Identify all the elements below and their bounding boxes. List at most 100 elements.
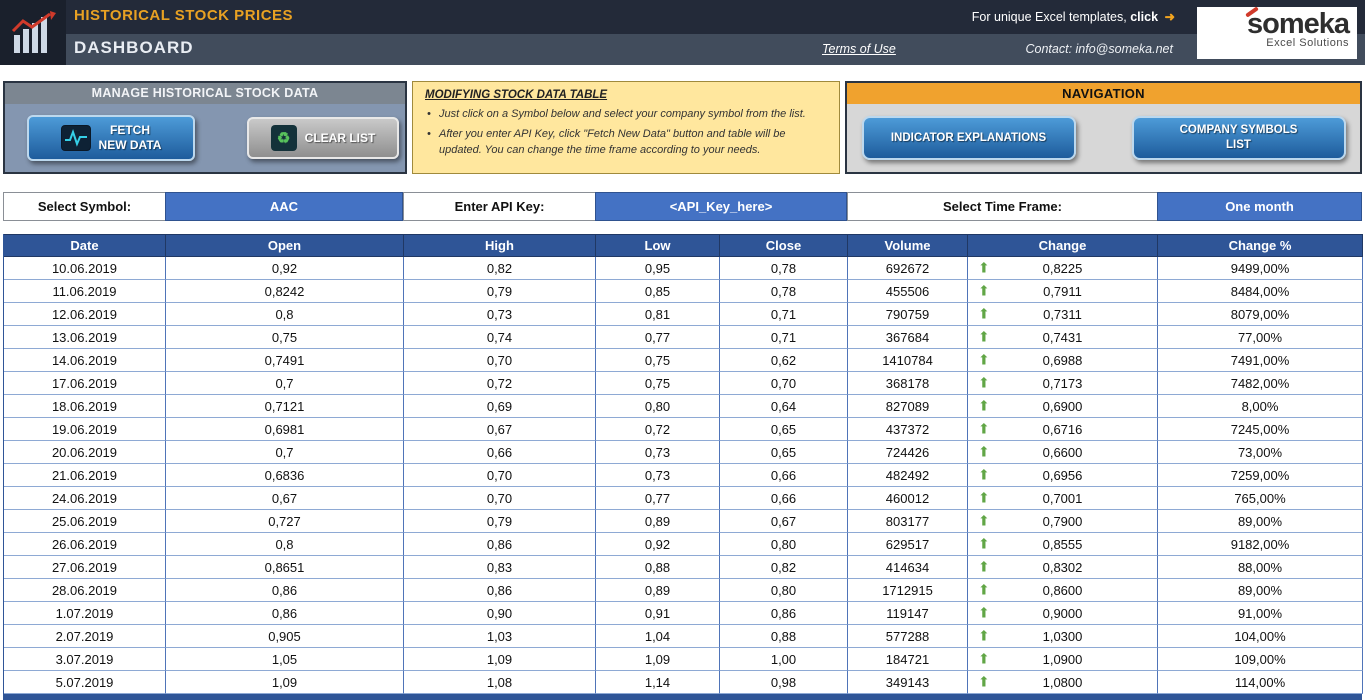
cell-change[interactable]: ⬆0,8302 <box>968 556 1158 579</box>
cell-volume[interactable]: 119147 <box>848 602 968 625</box>
cell-date[interactable]: 13.06.2019 <box>4 326 166 349</box>
cell-low[interactable]: 0,75 <box>596 349 720 372</box>
cell-high[interactable]: 1,08 <box>404 671 596 694</box>
cell-close[interactable]: 1,00 <box>720 648 848 671</box>
cell-volume[interactable]: 692672 <box>848 257 968 280</box>
cell-change[interactable]: 88,00% <box>1158 556 1363 579</box>
cell-close[interactable]: 0,82 <box>720 556 848 579</box>
cell-change[interactable]: 7245,00% <box>1158 418 1363 441</box>
cell-low[interactable]: 0,73 <box>596 464 720 487</box>
indicator-explanations-button[interactable]: INDICATOR EXPLANATIONS <box>862 116 1076 160</box>
cell-date[interactable]: 25.06.2019 <box>4 510 166 533</box>
symbol-dropdown[interactable]: AAC <box>165 192 403 221</box>
cell-high[interactable]: 0,79 <box>404 510 596 533</box>
cell-low[interactable]: 1,09 <box>596 648 720 671</box>
cell-change[interactable]: ⬆0,9000 <box>968 602 1158 625</box>
cell-date[interactable]: 20.06.2019 <box>4 441 166 464</box>
cell-high[interactable]: 0,66 <box>404 441 596 464</box>
cell-close[interactable]: 0,65 <box>720 418 848 441</box>
cell-change[interactable]: ⬆0,6900 <box>968 395 1158 418</box>
cell-date[interactable]: 2.07.2019 <box>4 625 166 648</box>
cell-close[interactable]: 0,88 <box>720 625 848 648</box>
cell-low[interactable]: 0,88 <box>596 556 720 579</box>
cell-date[interactable]: 11.06.2019 <box>4 280 166 303</box>
cell-open[interactable]: 0,8 <box>166 533 404 556</box>
cell-change[interactable]: ⬆0,7900 <box>968 510 1158 533</box>
cell-date[interactable]: 3.07.2019 <box>4 648 166 671</box>
cell-change[interactable]: 7491,00% <box>1158 349 1363 372</box>
cell-close[interactable]: 0,71 <box>720 303 848 326</box>
cell-date[interactable]: 24.06.2019 <box>4 487 166 510</box>
cell-open[interactable]: 0,75 <box>166 326 404 349</box>
cell-close[interactable]: 0,86 <box>720 602 848 625</box>
cell-volume[interactable]: 1410784 <box>848 349 968 372</box>
cell-high[interactable]: 0,74 <box>404 326 596 349</box>
cell-change[interactable]: ⬆0,8225 <box>968 257 1158 280</box>
cell-volume[interactable]: 629517 <box>848 533 968 556</box>
cell-high[interactable]: 0,79 <box>404 280 596 303</box>
cell-change[interactable]: ⬆0,8600 <box>968 579 1158 602</box>
cell-change[interactable]: 765,00% <box>1158 487 1363 510</box>
cell-high[interactable]: 1,09 <box>404 648 596 671</box>
cell-low[interactable]: 1,04 <box>596 625 720 648</box>
cell-change[interactable]: ⬆1,0900 <box>968 648 1158 671</box>
cell-change[interactable]: 89,00% <box>1158 510 1363 533</box>
cell-change[interactable]: 9499,00% <box>1158 257 1363 280</box>
cell-low[interactable]: 0,92 <box>596 533 720 556</box>
cell-open[interactable]: 1,05 <box>166 648 404 671</box>
cell-low[interactable]: 0,75 <box>596 372 720 395</box>
cell-close[interactable]: 0,64 <box>720 395 848 418</box>
fetch-new-data-button[interactable]: FETCH NEW DATA <box>27 115 195 161</box>
cell-close[interactable]: 0,67 <box>720 510 848 533</box>
cell-high[interactable]: 0,86 <box>404 579 596 602</box>
cell-open[interactable]: 0,8651 <box>166 556 404 579</box>
cell-change[interactable]: 8,00% <box>1158 395 1363 418</box>
cell-low[interactable]: 0,85 <box>596 280 720 303</box>
cell-high[interactable]: 0,70 <box>404 349 596 372</box>
cell-open[interactable]: 0,86 <box>166 579 404 602</box>
cell-low[interactable]: 1,14 <box>596 671 720 694</box>
cell-volume[interactable]: 460012 <box>848 487 968 510</box>
cell-volume[interactable]: 437372 <box>848 418 968 441</box>
cell-open[interactable]: 0,7121 <box>166 395 404 418</box>
cell-open[interactable]: 0,905 <box>166 625 404 648</box>
time-frame-dropdown[interactable]: One month <box>1157 192 1362 221</box>
cell-low[interactable]: 0,91 <box>596 602 720 625</box>
cell-change[interactable]: ⬆0,6988 <box>968 349 1158 372</box>
cell-low[interactable]: 0,72 <box>596 418 720 441</box>
cell-change[interactable]: ⬆0,7431 <box>968 326 1158 349</box>
cell-date[interactable]: 1.07.2019 <box>4 602 166 625</box>
cell-date[interactable]: 17.06.2019 <box>4 372 166 395</box>
cell-date[interactable]: 12.06.2019 <box>4 303 166 326</box>
cell-low[interactable]: 0,95 <box>596 257 720 280</box>
cell-volume[interactable]: 724426 <box>848 441 968 464</box>
cell-change[interactable]: 109,00% <box>1158 648 1363 671</box>
cell-high[interactable]: 0,90 <box>404 602 596 625</box>
cell-change[interactable]: 9182,00% <box>1158 533 1363 556</box>
cell-open[interactable]: 0,7491 <box>166 349 404 372</box>
cell-high[interactable]: 0,69 <box>404 395 596 418</box>
cell-volume[interactable]: 577288 <box>848 625 968 648</box>
cell-volume[interactable]: 367684 <box>848 326 968 349</box>
cell-open[interactable]: 0,8242 <box>166 280 404 303</box>
cell-high[interactable]: 1,03 <box>404 625 596 648</box>
cell-change[interactable]: ⬆0,7311 <box>968 303 1158 326</box>
cell-change[interactable]: ⬆0,6600 <box>968 441 1158 464</box>
cell-date[interactable]: 21.06.2019 <box>4 464 166 487</box>
cell-change[interactable]: 104,00% <box>1158 625 1363 648</box>
cell-change[interactable]: ⬆1,0300 <box>968 625 1158 648</box>
cell-change[interactable]: ⬆0,6716 <box>968 418 1158 441</box>
cell-low[interactable]: 0,89 <box>596 579 720 602</box>
cell-close[interactable]: 0,71 <box>720 326 848 349</box>
cell-open[interactable]: 0,6836 <box>166 464 404 487</box>
cell-low[interactable]: 0,81 <box>596 303 720 326</box>
cell-change[interactable]: 114,00% <box>1158 671 1363 694</box>
cell-high[interactable]: 0,67 <box>404 418 596 441</box>
cell-low[interactable]: 0,77 <box>596 487 720 510</box>
terms-of-use-link[interactable]: Terms of Use <box>822 42 896 56</box>
cell-close[interactable]: 0,80 <box>720 579 848 602</box>
cell-change[interactable]: ⬆0,6956 <box>968 464 1158 487</box>
cell-volume[interactable]: 482492 <box>848 464 968 487</box>
cell-date[interactable]: 19.06.2019 <box>4 418 166 441</box>
cell-volume[interactable]: 455506 <box>848 280 968 303</box>
